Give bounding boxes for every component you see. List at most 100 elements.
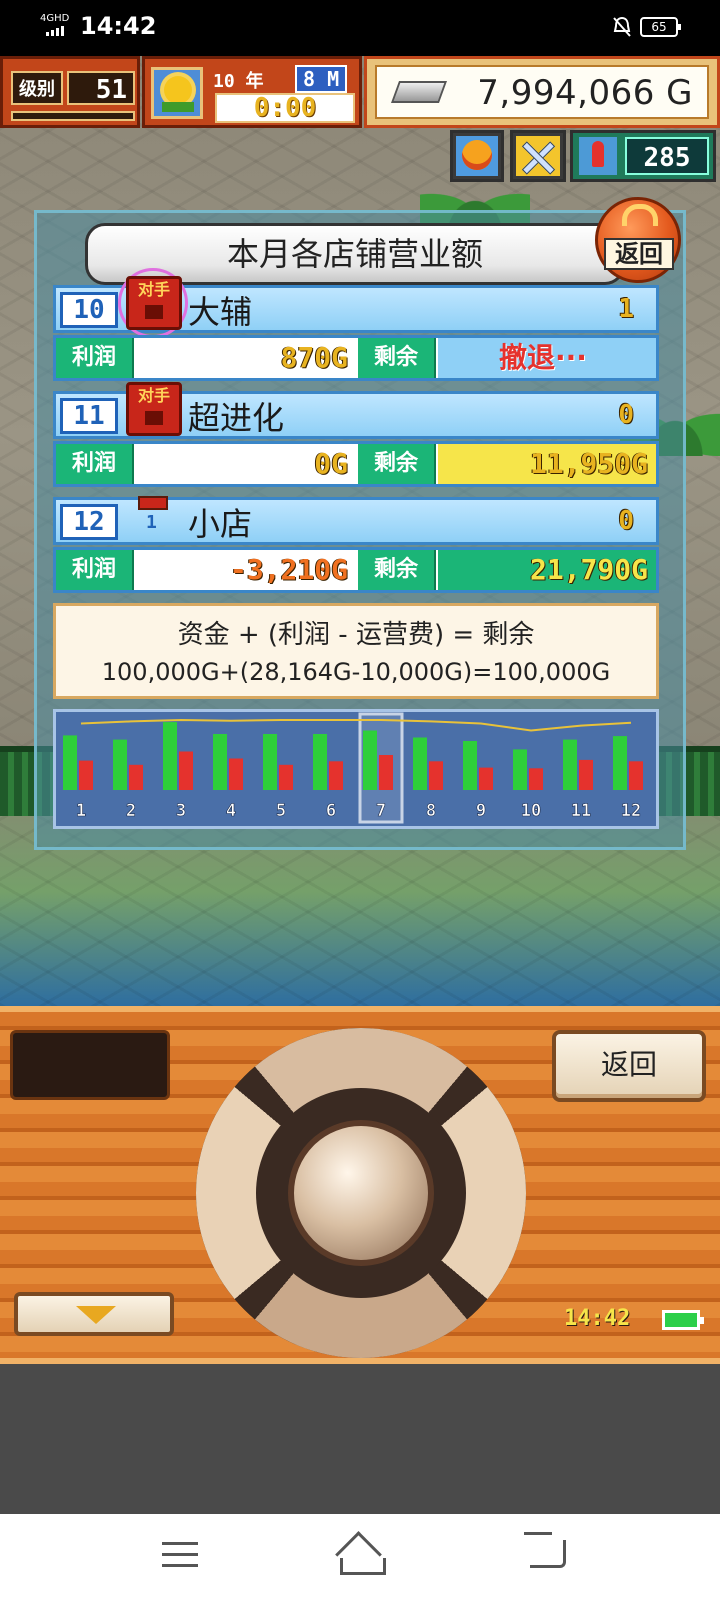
bar-profit (313, 734, 327, 790)
store-row[interactable]: 12 1 小店 0 利润 -3,210G 剩余 21,790G (53, 496, 659, 597)
mood-button[interactable] (450, 130, 504, 182)
notifications-off-icon (613, 16, 631, 37)
month-tick-label: 9 (476, 801, 486, 821)
year: 10 年 (213, 71, 264, 92)
stamina-value: 285 (625, 137, 709, 175)
status-bar: 4GHD 14:42 65 (0, 0, 720, 56)
panel-back-button[interactable]: 返回 (595, 197, 681, 283)
profit-value: 870G (136, 338, 356, 378)
rival-badge-icon: 对手 (126, 276, 182, 330)
silver-bar-icon (390, 81, 448, 103)
store-count: 1 (618, 294, 634, 324)
bar-expense (429, 761, 443, 790)
store-count: 0 (618, 506, 634, 536)
store-count: 0 (618, 400, 634, 430)
bar-expense (629, 761, 643, 790)
monthly-chart-svg: 1 2 3 4 5 6 7 8 9 10 11 12 (63, 712, 643, 824)
profit-value: 0G (136, 444, 356, 484)
bar-expense (479, 767, 493, 790)
rival-label: 对手 (137, 386, 170, 405)
empty-area (0, 1370, 720, 1514)
back-arrow-icon (622, 204, 658, 226)
bar-profit (563, 739, 577, 790)
money-value: 7,994,066 G (477, 73, 693, 113)
money-box: 7,994,066 G (375, 65, 709, 119)
monthly-chart[interactable]: 1 2 3 4 5 6 7 8 9 10 11 12 (53, 709, 659, 829)
store-name: 小店 (188, 505, 253, 543)
back-button[interactable]: 返回 (552, 1030, 706, 1102)
menu-icon[interactable] (162, 1542, 198, 1568)
month-tick-label: 11 (571, 801, 591, 821)
tools-button[interactable] (510, 130, 566, 182)
bar-profit (363, 730, 377, 790)
remain-value: 11,950G (438, 444, 656, 484)
battery-icon: 65 (640, 17, 681, 37)
level-progress-bar (11, 111, 135, 121)
bar-expense (79, 760, 93, 790)
month-tick-label: 2 (126, 801, 136, 821)
battery-icon (662, 1310, 704, 1330)
status-time: 14:42 (80, 12, 157, 40)
remain-value: 撤退··· (438, 338, 656, 378)
bar-expense (379, 755, 393, 790)
remain-label: 剩余 (358, 550, 436, 590)
bar-profit (513, 749, 527, 790)
bar-expense (229, 758, 243, 790)
crossed-tools-icon (520, 140, 554, 174)
home-icon[interactable] (336, 1536, 386, 1575)
back-icon[interactable] (524, 1532, 566, 1568)
stamina-panel[interactable]: 285 (570, 130, 716, 182)
month-tick-label: 4 (226, 801, 236, 821)
smiley-icon (456, 136, 498, 176)
navigation-bar (0, 1514, 720, 1600)
store-row[interactable]: 11 对手 超进化 0 利润 0G 剩余 11,950G (53, 382, 659, 491)
level-label: 级别 (11, 71, 63, 105)
formula-calculation: 100,000G+(28,164G-10,000G)=100,000G (101, 658, 611, 686)
month-tick-label: 5 (276, 801, 286, 821)
level-panel: 级别 51 (0, 56, 140, 128)
month-tick-label: 8 (426, 801, 436, 821)
controller-panel: 返回 14:42 (0, 1006, 720, 1364)
store-name: 超进化 (188, 399, 285, 437)
remain-value: 21,790G (438, 550, 656, 590)
store-rank: 12 (60, 504, 118, 540)
store-name: 大辅 (188, 293, 253, 331)
bar-expense (579, 759, 593, 790)
bar-profit (613, 736, 627, 790)
dpad[interactable] (196, 1028, 526, 1358)
menu-toggle-button[interactable] (14, 1292, 174, 1336)
lcd-screen (10, 1030, 170, 1100)
bar-expense (279, 764, 293, 790)
month-tick-label: 7 (376, 801, 386, 821)
month-tick-label: 10 (521, 801, 541, 821)
profit-value: -3,210G (136, 550, 356, 590)
shop-icon: 1 (138, 496, 168, 536)
store-row[interactable]: 10 对手 大辅 1 利润 870G 剩余 撤退··· (53, 268, 659, 385)
remain-label: 剩余 (358, 338, 436, 378)
date-panel: 10 年 8 M 0:00 (142, 56, 362, 128)
rival-label: 对手 (137, 280, 170, 299)
store-rank: 10 (60, 292, 118, 328)
panel-back-label: 返回 (604, 238, 674, 270)
stamina-icon (579, 137, 617, 175)
weather-sun-icon (151, 67, 203, 119)
bar-profit (163, 722, 177, 790)
bar-profit (63, 735, 77, 790)
dpad-center-button[interactable] (288, 1120, 434, 1266)
bar-profit (263, 734, 277, 790)
profit-label: 利润 (56, 550, 134, 590)
remain-label: 剩余 (358, 444, 436, 484)
bar-profit (463, 741, 477, 790)
level-value: 51 (67, 71, 135, 105)
profit-label: 利润 (56, 444, 134, 484)
bar-profit (413, 737, 427, 790)
bar-profit (213, 734, 227, 790)
rival-badge-icon: 对手 (126, 382, 182, 436)
money-panel: 7,994,066 G (364, 56, 720, 128)
shop-level: 1 (146, 512, 157, 533)
game-clock: 0:00 (215, 93, 355, 123)
signal-icon (46, 26, 64, 36)
month-tick-label: 12 (621, 801, 641, 821)
month: 8 M (295, 65, 348, 93)
month-tick-label: 3 (176, 801, 186, 821)
